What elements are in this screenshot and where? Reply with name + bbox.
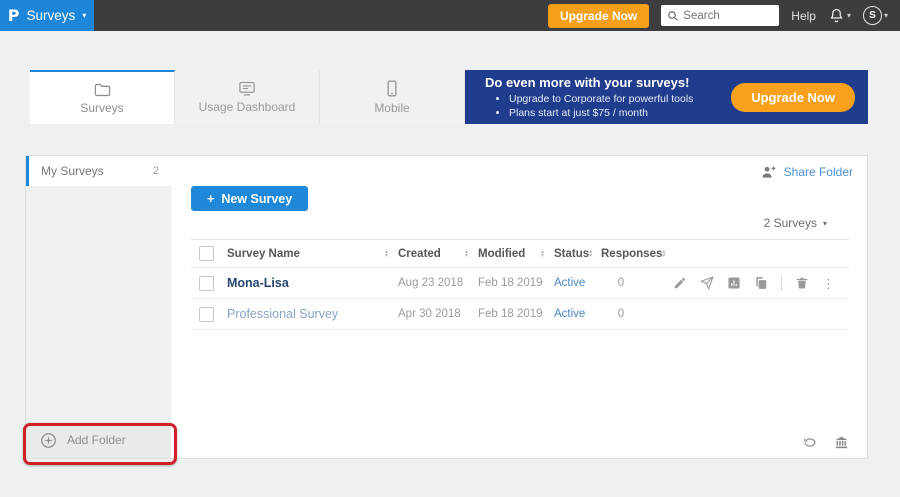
edit-pencil-icon[interactable] — [673, 276, 687, 290]
sort-icon[interactable]: ▴▾ — [589, 250, 592, 258]
mobile-icon — [386, 80, 398, 97]
survey-count-label: 2 Surveys — [764, 216, 817, 230]
survey-name-link[interactable]: Mona-Lisa — [227, 276, 398, 290]
chevron-down-icon: ▾ — [847, 11, 851, 20]
row-checkbox[interactable] — [199, 307, 214, 322]
created-date: Aug 23 2018 — [398, 277, 478, 289]
promo-bullet: Plans start at just $75 / month — [509, 106, 693, 120]
share-folder-link[interactable]: Share Folder — [760, 165, 853, 179]
product-name: Surveys — [26, 8, 75, 23]
promo-bullet: Upgrade to Corporate for powerful tools — [509, 92, 693, 106]
folder-name: My Surveys — [41, 164, 104, 178]
column-header-created[interactable]: Created ▴▾ — [398, 248, 478, 260]
table-header-row: Survey Name ▴▾ Created ▴▾ Modified ▴▾ St… — [191, 239, 849, 268]
restore-history-icon[interactable] — [802, 436, 818, 449]
table-row: Professional Survey Apr 30 2018 Feb 18 2… — [191, 299, 849, 330]
surveys-content: Share Folder + New Survey 2 Surveys ▾ Su… — [171, 156, 867, 458]
share-person-icon — [760, 165, 777, 179]
avatar: S — [863, 6, 882, 25]
add-folder-label: Add Folder — [67, 433, 126, 447]
survey-name-link[interactable]: Professional Survey — [227, 307, 398, 321]
tab-mobile[interactable]: Mobile — [320, 70, 465, 124]
delete-trash-icon[interactable] — [795, 276, 809, 290]
table-row: Mona-Lisa Aug 23 2018 Feb 18 2019 Active… — [191, 268, 849, 299]
promo-title: Do even more with your surveys! — [485, 75, 693, 90]
select-all-checkbox[interactable] — [199, 246, 214, 261]
column-label: Modified — [478, 248, 525, 260]
modified-date: Feb 18 2019 — [478, 308, 554, 320]
more-options-kebab-icon[interactable]: ⋮ — [822, 277, 835, 290]
status-badge[interactable]: Active — [554, 277, 601, 289]
send-icon[interactable] — [700, 276, 714, 290]
modified-date: Feb 18 2019 — [478, 277, 554, 289]
responses-count: 0 — [601, 308, 641, 320]
app-menu[interactable]: P Surveys ▾ — [0, 0, 94, 31]
add-folder-button[interactable]: Add Folder — [26, 422, 171, 458]
tab-label: Surveys — [80, 101, 123, 115]
column-label: Status — [554, 248, 589, 260]
tab-bar: Surveys Usage Dashboard Mobile — [30, 70, 465, 124]
column-header-modified[interactable]: Modified ▴▾ — [478, 248, 554, 260]
promo-bullets: Upgrade to Corporate for powerful tools … — [509, 92, 693, 120]
search-icon — [667, 10, 679, 22]
banner-upgrade-button[interactable]: Upgrade Now — [731, 83, 855, 112]
topbar-right: Upgrade Now Help ▾ S ▾ — [548, 4, 900, 28]
footer-tools — [802, 435, 849, 450]
survey-count-dropdown[interactable]: 2 Surveys ▾ — [764, 216, 827, 230]
column-label: Survey Name — [227, 248, 300, 260]
surveys-page: P Surveys ▾ Upgrade Now Help ▾ S ▾ — [0, 0, 900, 497]
chevron-down-icon: ▾ — [823, 219, 827, 228]
help-link[interactable]: Help — [791, 9, 816, 23]
status-badge[interactable]: Active — [554, 308, 601, 320]
plus-icon: + — [207, 192, 214, 206]
new-survey-button[interactable]: + New Survey — [191, 186, 308, 211]
column-header-survey-name[interactable]: Survey Name ▴▾ — [227, 248, 398, 260]
search-input[interactable] — [683, 10, 773, 22]
brand-logo: P — [8, 6, 20, 25]
new-survey-label: New Survey — [221, 192, 292, 206]
folder-list-empty-area — [26, 186, 171, 422]
bell-icon — [828, 7, 845, 24]
folder-icon — [94, 82, 111, 97]
share-folder-label: Share Folder — [784, 165, 853, 179]
tab-label: Mobile — [374, 101, 409, 115]
column-header-responses[interactable]: Responses ▴▾ — [601, 248, 673, 260]
sort-icon[interactable]: ▴▾ — [541, 250, 544, 258]
chevron-down-icon: ▾ — [82, 11, 86, 20]
row-actions: ⋮ — [673, 275, 851, 291]
tab-usage-dashboard[interactable]: Usage Dashboard — [175, 70, 320, 124]
row-checkbox[interactable] — [199, 276, 214, 291]
column-header-status[interactable]: Status ▴▾ — [554, 248, 601, 260]
tab-surveys[interactable]: Surveys — [30, 70, 175, 124]
actions-divider — [781, 275, 782, 291]
sidebar-item-my-surveys[interactable]: My Surveys 2 — [26, 156, 171, 186]
upgrade-now-button[interactable]: Upgrade Now — [548, 4, 649, 28]
chevron-down-icon: ▾ — [884, 11, 888, 20]
column-label: Created — [398, 248, 441, 260]
plus-circle-icon — [40, 432, 57, 449]
folders-sidebar: My Surveys 2 Add Folder — [26, 156, 171, 458]
responses-count: 0 — [601, 277, 641, 289]
sort-icon[interactable]: ▴▾ — [385, 250, 388, 258]
dashboard-icon — [238, 81, 256, 96]
top-bar: P Surveys ▾ Upgrade Now Help ▾ S ▾ — [0, 0, 900, 31]
surveys-table: Survey Name ▴▾ Created ▴▾ Modified ▴▾ St… — [191, 239, 849, 330]
sort-icon[interactable]: ▴▾ — [662, 250, 665, 258]
created-date: Apr 30 2018 — [398, 308, 478, 320]
duplicate-copy-icon[interactable] — [754, 276, 768, 290]
reports-chart-icon[interactable] — [727, 276, 741, 290]
folder-count: 2 — [153, 165, 159, 177]
sort-icon[interactable]: ▴▾ — [465, 250, 468, 258]
surveys-panel: My Surveys 2 Add Folder Share Folder — [25, 155, 868, 459]
tab-label: Usage Dashboard — [199, 100, 296, 114]
archive-bank-icon[interactable] — [834, 435, 849, 450]
notifications-menu[interactable]: ▾ — [828, 7, 851, 24]
column-label: Responses — [601, 248, 662, 260]
promo-text: Do even more with your surveys! Upgrade … — [485, 75, 693, 120]
account-menu[interactable]: S ▾ — [863, 6, 888, 25]
promo-banner: Do even more with your surveys! Upgrade … — [465, 70, 868, 124]
search-box[interactable] — [661, 5, 779, 26]
